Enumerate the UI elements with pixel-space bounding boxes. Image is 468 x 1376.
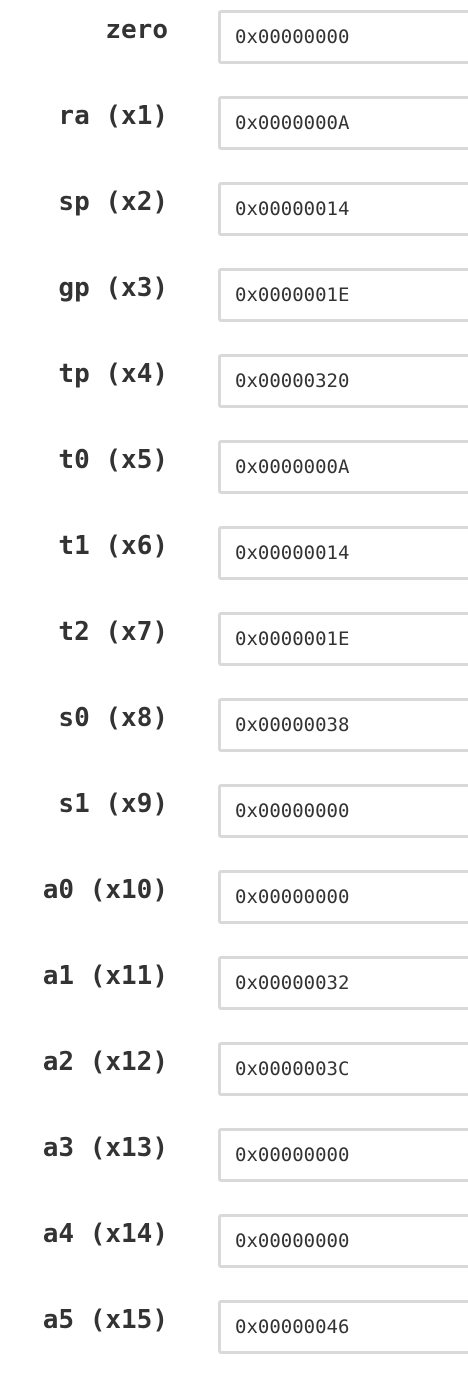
register-row-a2: a2 (x12) [0, 1032, 468, 1118]
register-row-ra: ra (x1) [0, 86, 468, 172]
register-label: zero [105, 15, 168, 45]
register-value-field[interactable] [218, 698, 468, 752]
register-value-field[interactable] [218, 1128, 468, 1182]
register-row-a1: a1 (x11) [0, 946, 468, 1032]
register-label: gp (x3) [58, 273, 168, 303]
register-value-field[interactable] [218, 784, 468, 838]
register-row-tp: tp (x4) [0, 344, 468, 430]
register-list: zero ra (x1) sp (x2) gp (x3) tp (x4) t0 … [0, 0, 468, 1374]
register-row-s1: s1 (x9) [0, 774, 468, 860]
register-label: ra (x1) [58, 101, 168, 131]
register-label: t2 (x7) [58, 617, 168, 647]
register-row-a5: a5 (x15) [0, 1290, 468, 1376]
register-label: a1 (x11) [42, 961, 168, 991]
register-label: t0 (x5) [58, 445, 168, 475]
register-label: tp (x4) [58, 359, 168, 389]
register-value-field[interactable] [218, 182, 468, 236]
register-row-a3: a3 (x13) [0, 1118, 468, 1204]
register-label: a4 (x14) [42, 1219, 168, 1249]
register-row-zero: zero [0, 0, 468, 86]
register-row-t1: t1 (x6) [0, 516, 468, 602]
register-value-field[interactable] [218, 440, 468, 494]
register-value-field[interactable] [218, 1042, 468, 1096]
register-value-field[interactable] [218, 96, 468, 150]
register-value-field[interactable] [218, 268, 468, 322]
register-value-field[interactable] [218, 1300, 468, 1354]
register-label: s0 (x8) [58, 703, 168, 733]
register-label: a0 (x10) [42, 875, 168, 905]
register-row-t2: t2 (x7) [0, 602, 468, 688]
register-value-field[interactable] [218, 10, 468, 64]
register-row-s0: s0 (x8) [0, 688, 468, 774]
register-row-t0: t0 (x5) [0, 430, 468, 516]
register-label: t1 (x6) [58, 531, 168, 561]
register-row-gp: gp (x3) [0, 258, 468, 344]
register-label: sp (x2) [58, 187, 168, 217]
register-value-field[interactable] [218, 1214, 468, 1268]
register-label: a5 (x15) [42, 1305, 168, 1335]
register-label: a3 (x13) [42, 1133, 168, 1163]
register-row-a4: a4 (x14) [0, 1204, 468, 1290]
register-value-field[interactable] [218, 612, 468, 666]
register-value-field[interactable] [218, 870, 468, 924]
register-row-sp: sp (x2) [0, 172, 468, 258]
register-label: a2 (x12) [42, 1047, 168, 1077]
register-value-field[interactable] [218, 956, 468, 1010]
register-row-a0: a0 (x10) [0, 860, 468, 946]
register-label: s1 (x9) [58, 789, 168, 819]
register-value-field[interactable] [218, 526, 468, 580]
register-value-field[interactable] [218, 354, 468, 408]
